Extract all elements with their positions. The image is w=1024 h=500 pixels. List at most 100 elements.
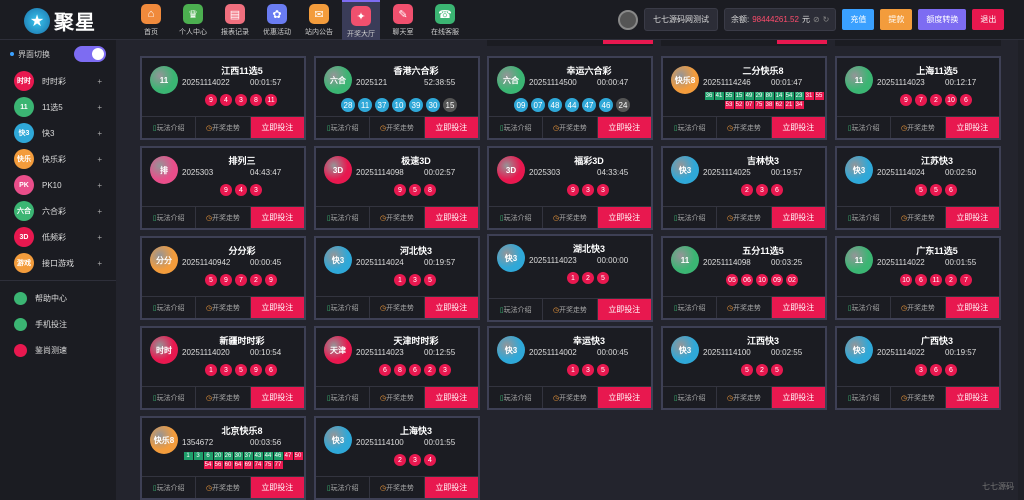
sidebar-item-3[interactable]: 快乐 快乐彩 + (0, 146, 116, 172)
trend-link[interactable]: ◷ 开奖走势 (196, 207, 251, 228)
bet-now-button[interactable]: 立即投注 (250, 297, 304, 318)
refresh-icon[interactable]: ↻ (823, 15, 830, 24)
rules-link[interactable]: ▯ 玩法介绍 (489, 207, 544, 228)
expand-plus-icon[interactable]: + (97, 129, 102, 138)
rules-link[interactable]: ▯ 玩法介绍 (663, 297, 718, 318)
bet-now-button[interactable]: 立即投注 (250, 387, 304, 408)
nav-item-5[interactable]: ✦ 开奖大厅 (342, 0, 380, 40)
bet-now-button[interactable]: 立即投注 (250, 207, 304, 228)
nav-item-2[interactable]: ▤ 报表记录 (216, 0, 254, 40)
trend-link[interactable]: ◷ 开奖走势 (370, 387, 425, 408)
expand-plus-icon[interactable]: + (97, 181, 102, 190)
expand-plus-icon[interactable]: + (97, 233, 102, 242)
site-logo[interactable]: ★ 聚星 (24, 6, 96, 35)
rules-link[interactable]: ▯ 玩法介绍 (489, 299, 544, 320)
expand-plus-icon[interactable]: + (97, 155, 102, 164)
trend-link[interactable]: ◷ 开奖走势 (196, 477, 251, 498)
bet-now-button[interactable]: 立即投注 (945, 387, 999, 408)
trend-link[interactable]: ◷ 开奖走势 (891, 117, 946, 138)
rules-link[interactable]: ▯ 玩法介绍 (663, 117, 718, 138)
nav-item-6[interactable]: ✎ 聊天室 (384, 0, 422, 40)
bet-now-button[interactable]: 立即投注 (771, 387, 825, 408)
bet-now-button[interactable]: 立即投注 (945, 117, 999, 138)
trend-link[interactable]: ◷ 开奖走势 (717, 297, 772, 318)
transfer-button[interactable]: 额度转换 (918, 9, 967, 30)
rules-link[interactable]: ▯ 玩法介绍 (837, 117, 892, 138)
avatar[interactable] (618, 9, 638, 30)
bet-now-button[interactable]: 立即投注 (771, 207, 825, 228)
trend-link[interactable]: ◷ 开奖走势 (370, 117, 425, 138)
bet-now-button[interactable]: 立即投注 (945, 207, 999, 228)
bet-now-button[interactable]: 立即投注 (771, 117, 825, 138)
rules-link[interactable]: ▯ 玩法介绍 (316, 387, 371, 408)
sidebar-link-0[interactable]: 帮助中心 (0, 285, 116, 311)
trend-link[interactable]: ◷ 开奖走势 (891, 387, 946, 408)
rules-link[interactable]: ▯ 玩法介绍 (316, 117, 371, 138)
rules-link[interactable]: ▯ 玩法介绍 (142, 387, 197, 408)
sidebar-item-4[interactable]: PK PK10 + (0, 172, 116, 198)
rules-link[interactable]: ▯ 玩法介绍 (142, 117, 197, 138)
bet-now-button[interactable]: 立即投注 (771, 297, 825, 318)
sidebar-item-5[interactable]: 六合 六合彩 + (0, 198, 116, 224)
trend-link[interactable]: ◷ 开奖走势 (196, 387, 251, 408)
rules-link[interactable]: ▯ 玩法介绍 (663, 387, 718, 408)
ui-switch-toggle[interactable] (74, 46, 106, 62)
bet-now-button[interactable]: 立即投注 (424, 297, 478, 318)
sidebar-item-0[interactable]: 时时 时时彩 + (0, 68, 116, 94)
rules-link[interactable]: ▯ 玩法介绍 (663, 207, 718, 228)
expand-plus-icon[interactable]: + (97, 207, 102, 216)
rules-link[interactable]: ▯ 玩法介绍 (316, 207, 371, 228)
nav-item-3[interactable]: ✿ 优惠活动 (258, 0, 296, 40)
nav-item-0[interactable]: ⌂ 首页 (132, 0, 170, 40)
sidebar-link-2[interactable]: 鉴尚测速 (0, 337, 116, 363)
bet-now-button[interactable]: 立即投注 (250, 477, 304, 498)
nav-item-4[interactable]: ✉ 站内公告 (300, 0, 338, 40)
rules-link[interactable]: ▯ 玩法介绍 (837, 207, 892, 228)
trend-link[interactable]: ◷ 开奖走势 (370, 477, 425, 498)
logout-button[interactable]: 退出 (972, 9, 1005, 30)
hide-balance-icon[interactable]: ⊘ (813, 15, 820, 24)
rules-link[interactable]: ▯ 玩法介绍 (489, 117, 544, 138)
sidebar-item-1[interactable]: 11 11选5 + (0, 94, 116, 120)
sidebar-item-6[interactable]: 3D 低频彩 + (0, 224, 116, 250)
bet-now-button[interactable]: 立即投注 (597, 117, 651, 138)
trend-link[interactable]: ◷ 开奖走势 (717, 387, 772, 408)
expand-plus-icon[interactable]: + (97, 103, 102, 112)
bet-now-button[interactable]: 立即投注 (250, 117, 304, 138)
nav-item-1[interactable]: ♛ 个人中心 (174, 0, 212, 40)
bet-now-button[interactable]: 立即投注 (424, 387, 478, 408)
nav-item-7[interactable]: ☎ 在线客服 (426, 0, 464, 40)
trend-link[interactable]: ◷ 开奖走势 (196, 117, 251, 138)
trend-link[interactable]: ◷ 开奖走势 (196, 297, 251, 318)
rules-link[interactable]: ▯ 玩法介绍 (316, 477, 371, 498)
rules-link[interactable]: ▯ 玩法介绍 (489, 387, 544, 408)
trend-link[interactable]: ◷ 开奖走势 (370, 207, 425, 228)
trend-link[interactable]: ◷ 开奖走势 (891, 207, 946, 228)
rules-link[interactable]: ▯ 玩法介绍 (837, 387, 892, 408)
bet-now-button[interactable]: 立即投注 (597, 207, 651, 228)
rules-link[interactable]: ▯ 玩法介绍 (837, 297, 892, 318)
sidebar-item-2[interactable]: 快3 快3 + (0, 120, 116, 146)
recharge-button[interactable]: 充值 (842, 9, 875, 30)
rules-link[interactable]: ▯ 玩法介绍 (142, 477, 197, 498)
rules-link[interactable]: ▯ 玩法介绍 (142, 297, 197, 318)
rules-link[interactable]: ▯ 玩法介绍 (316, 297, 371, 318)
trend-link[interactable]: ◷ 开奖走势 (717, 207, 772, 228)
trend-link[interactable]: ◷ 开奖走势 (543, 299, 598, 320)
trend-link[interactable]: ◷ 开奖走势 (543, 387, 598, 408)
expand-plus-icon[interactable]: + (97, 77, 102, 86)
scrollbar[interactable] (1018, 40, 1024, 500)
bet-now-button[interactable]: 立即投注 (424, 207, 478, 228)
trend-link[interactable]: ◷ 开奖走势 (891, 297, 946, 318)
trend-link[interactable]: ◷ 开奖走势 (543, 117, 598, 138)
bet-now-button[interactable]: 立即投注 (424, 477, 478, 498)
trend-link[interactable]: ◷ 开奖走势 (370, 297, 425, 318)
rules-link[interactable]: ▯ 玩法介绍 (142, 207, 197, 228)
expand-plus-icon[interactable]: + (97, 259, 102, 268)
sidebar-link-1[interactable]: 手机投注 (0, 311, 116, 337)
bet-now-button[interactable]: 立即投注 (945, 297, 999, 318)
bet-now-button[interactable]: 立即投注 (597, 387, 651, 408)
trend-link[interactable]: ◷ 开奖走势 (717, 117, 772, 138)
bet-now-button[interactable]: 立即投注 (424, 117, 478, 138)
sidebar-item-7[interactable]: 游戏 接口游戏 + (0, 250, 116, 276)
